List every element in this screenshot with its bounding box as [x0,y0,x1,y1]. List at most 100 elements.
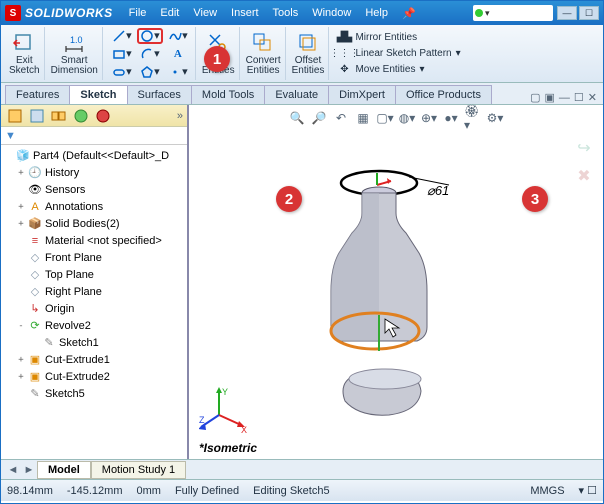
search-status-icon [475,9,483,17]
tree-right-plane[interactable]: ◇Right Plane [1,283,187,300]
expand-icon[interactable]: + [15,372,27,382]
plane-icon: ◇ [27,285,43,299]
offset-label: Offset Entities [292,56,325,76]
confirm-ok-icon[interactable]: ↪ [573,137,595,159]
status-units[interactable]: MMGS [530,485,564,497]
status-extras-icon[interactable]: ▾ ☐ [579,484,597,497]
offset-entities-button[interactable]: Offset Entities [292,31,325,76]
tree-sensors[interactable]: 👁Sensors [1,181,187,198]
history-icon: 🕘 [27,166,43,180]
tree-history[interactable]: +🕘History [1,164,187,181]
cut-extrude-icon: ▣ [27,353,43,367]
maximize-button[interactable]: ☐ [579,6,599,20]
svg-text:Z: Z [199,415,205,425]
tree-material[interactable]: ≡Material <not specified> [1,232,187,249]
tab-scroll-right-icon[interactable]: ► [21,464,37,476]
tab-model[interactable]: Model [37,461,91,479]
tree-tab-property-icon[interactable] [27,107,47,125]
graphics-area[interactable]: 🔍 🔎 ↶ ▦ ▢▾ ◍▾ ⊕▾ ●▾ 🏵▾ ⚙▾ ⌀61 [189,105,603,459]
text-tool[interactable]: A [165,46,191,62]
smart-dimension-label: Smart Dimension [51,56,98,76]
menu-file[interactable]: File [123,5,153,22]
tab-surfaces[interactable]: Surfaces [127,85,192,104]
pattern-dropdown-icon[interactable]: ▾ [456,48,461,59]
tab-scroll-left-icon[interactable]: ◄ [5,464,21,476]
tab-features[interactable]: Features [5,85,70,104]
menu-window[interactable]: Window [306,5,357,22]
tree-solid-bodies[interactable]: +📦Solid Bodies(2) [1,215,187,232]
arc-tool[interactable]: ▾ [137,46,163,62]
mirror-entities-button[interactable]: ▟▙Mirror Entities [337,31,460,45]
svg-text:X: X [241,425,247,435]
doc-min-icon[interactable]: ▢ [530,91,540,104]
menu-insert[interactable]: Insert [225,5,265,22]
search-dropdown-icon[interactable]: ▾ [485,8,490,19]
plane-icon: ◇ [27,268,43,282]
menu-help[interactable]: Help [359,5,394,22]
tree-tab-feature-icon[interactable] [5,107,25,125]
tree-tab-display-icon[interactable] [93,107,113,125]
menu-pin-icon[interactable]: 📌 [396,5,422,22]
minimize-button[interactable]: — [557,6,577,20]
linear-label: Linear Sketch Pattern [355,48,451,59]
circle-tool[interactable]: ▾ [137,28,163,44]
line-tool[interactable]: ▾ [109,28,135,44]
bottom-tabs: ◄ ► Model Motion Study 1 [1,459,603,479]
tab-evaluate[interactable]: Evaluate [264,85,329,104]
sketch-icon: ✎ [27,387,43,401]
tab-office-products[interactable]: Office Products [395,85,492,104]
doc-close-icon[interactable]: ✕ [588,91,597,104]
tree-sketch1[interactable]: ✎Sketch1 [1,334,187,351]
tree-revolve2[interactable]: -⟳Revolve2 [1,317,187,334]
slot-tool[interactable]: ▾ [109,64,135,80]
node-label: Cut-Extrude2 [45,371,110,383]
tab-dimxpert[interactable]: DimXpert [328,85,396,104]
tree-tab-config-icon[interactable] [49,107,69,125]
node-label: Revolve2 [45,320,91,332]
search-box[interactable]: ▾ [473,5,553,21]
view-triad[interactable]: Y X Z [199,385,249,435]
tree-annotations[interactable]: +AAnnotations [1,198,187,215]
menu-view[interactable]: View [187,5,223,22]
doc-line-icon[interactable]: — [559,92,570,104]
tree-filter[interactable]: ▼ [1,127,187,145]
tab-motion-study[interactable]: Motion Study 1 [91,461,186,479]
tab-sketch[interactable]: Sketch [69,85,127,104]
tree-collapse-icon[interactable]: » [177,110,183,122]
doc-restore-icon[interactable]: ▣ [545,91,555,104]
confirm-cancel-icon[interactable]: ✖ [573,165,595,187]
collapse-icon[interactable]: - [15,321,27,331]
rectangle-tool[interactable]: ▾ [109,46,135,62]
expand-icon[interactable]: + [15,168,27,178]
expand-icon[interactable]: + [15,355,27,365]
tree-origin[interactable]: ↳Origin [1,300,187,317]
point-tool[interactable]: ▾ [165,64,191,80]
tree-root[interactable]: 🧊 Part4 (Default<<Default>_D [1,147,187,164]
linear-pattern-button[interactable]: ⋮⋮⋮Linear Sketch Pattern▾ [337,47,460,61]
tree-cut-extrude1[interactable]: +▣Cut-Extrude1 [1,351,187,368]
menu-tools[interactable]: Tools [267,5,305,22]
main-menu: File Edit View Insert Tools Window Help … [123,5,422,22]
tree-sketch5[interactable]: ✎Sketch5 [1,385,187,402]
node-label: Right Plane [45,286,102,298]
exit-sketch-button[interactable]: Exit Sketch [9,31,40,76]
tree-tab-dimxpert-icon[interactable] [71,107,91,125]
expand-icon[interactable]: + [15,202,27,212]
doc-max-icon[interactable]: ☐ [574,91,584,104]
convert-entities-button[interactable]: Convert Entities [246,31,281,76]
app-brand: SOLIDWORKS [25,6,113,20]
expand-icon[interactable]: + [15,219,27,229]
sketch-icon: ✎ [41,336,57,350]
polygon-tool[interactable]: ▾ [137,64,163,80]
tree-top-plane[interactable]: ◇Top Plane [1,266,187,283]
tree-cut-extrude2[interactable]: +▣Cut-Extrude2 [1,368,187,385]
tree-front-plane[interactable]: ◇Front Plane [1,249,187,266]
move-dropdown-icon[interactable]: ▾ [419,64,424,75]
status-y: -145.12mm [67,485,123,497]
tab-mold-tools[interactable]: Mold Tools [191,85,265,104]
menu-edit[interactable]: Edit [154,5,185,22]
move-entities-button[interactable]: ✥Move Entities▾ [337,63,460,77]
trim-entities-button[interactable]: Trim Entities [202,31,235,76]
smart-dimension-button[interactable]: 1.0 Smart Dimension [51,31,98,76]
spline-tool[interactable]: ▾ [165,28,191,44]
